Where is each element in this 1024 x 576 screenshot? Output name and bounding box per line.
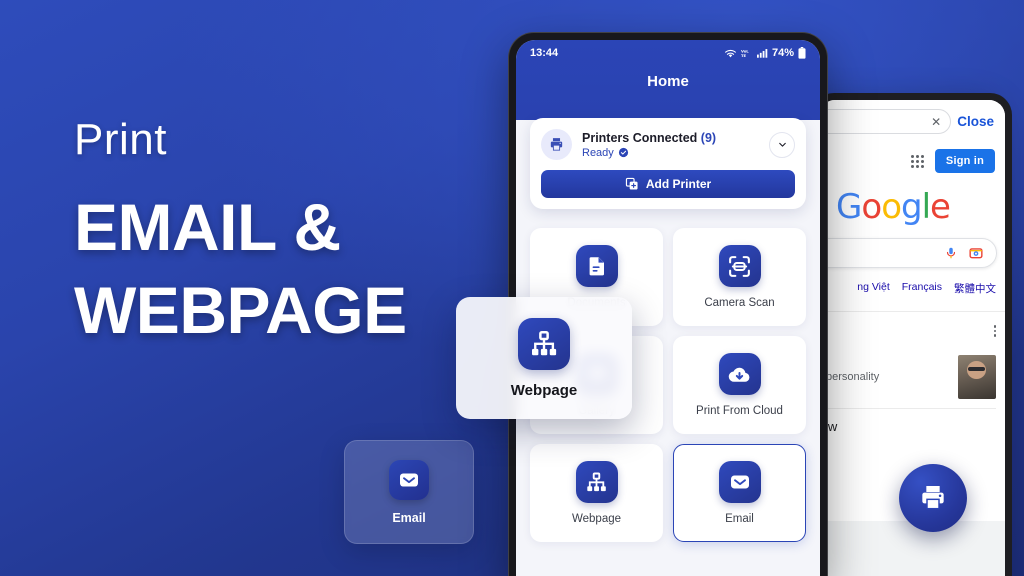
- google-logo: Google: [819, 190, 1005, 224]
- grid-apps-icon[interactable]: [910, 154, 924, 168]
- tile-camera-scan[interactable]: Camera Scan: [673, 228, 806, 326]
- add-printer-button-label: Add Printer: [645, 177, 712, 191]
- svg-text:TE: TE: [741, 54, 747, 58]
- add-printer-button[interactable]: Add Printer: [541, 170, 795, 198]
- app-header: 13:44 VoL TE 74% Home: [516, 40, 820, 120]
- svg-text:VoL: VoL: [741, 49, 749, 53]
- wifi-icon: [725, 49, 736, 57]
- floating-webpage-card-label: Webpage: [510, 381, 578, 399]
- page-title: Home: [647, 73, 689, 90]
- volte-icon: VoL TE: [741, 49, 749, 58]
- printer-ready-status: Ready: [582, 147, 759, 159]
- google-logo-o2: o: [881, 187, 902, 227]
- chevron-down-icon[interactable]: [769, 131, 795, 158]
- news-item-text: media personality: [819, 371, 880, 383]
- status-bar-time: 13:44: [530, 47, 559, 59]
- google-search-box[interactable]: [819, 238, 997, 268]
- language-links: ng Việt Français 繁體中文: [819, 268, 1005, 296]
- tile-print-from-cloud[interactable]: Print From Cloud: [673, 336, 806, 434]
- news-item[interactable]: media personality: [819, 338, 996, 409]
- envelope-icon: [718, 461, 761, 503]
- tile-webpage-label: Webpage: [571, 513, 622, 525]
- printer-icon: [541, 129, 572, 160]
- printers-connected-label: Printers Connected: [582, 130, 698, 145]
- browser-toolbar: com/ ✕ Close: [819, 100, 1005, 142]
- sitemap-icon: [575, 461, 618, 503]
- printer-status-row: Printers Connected (9) Ready: [541, 129, 795, 160]
- tile-email[interactable]: Email: [673, 444, 806, 542]
- google-logo-l: l: [921, 187, 932, 227]
- news-item-secondary[interactable]: nd draw: [819, 409, 996, 446]
- news-section: es media personality nd draw: [819, 311, 1005, 446]
- language-link-chinese[interactable]: 繁體中文: [954, 281, 996, 296]
- person-thumbnail: [958, 355, 996, 399]
- signal-icon: [756, 49, 768, 58]
- printer-icon: [922, 486, 944, 510]
- language-link-french[interactable]: Français: [902, 281, 942, 296]
- battery-percent: 74%: [771, 47, 794, 59]
- sitemap-icon: [518, 317, 570, 370]
- cloud-download-icon: [718, 353, 761, 395]
- google-logo-o1: o: [861, 187, 882, 227]
- news-section-header: es: [819, 321, 996, 338]
- check-badge-icon: [618, 147, 628, 158]
- hero-headline-line1: EMAIL &: [74, 190, 341, 264]
- document-icon: [575, 245, 618, 287]
- envelope-icon: [389, 459, 429, 500]
- tile-webpage[interactable]: Webpage: [530, 444, 663, 542]
- tile-camera-scan-label: Camera Scan: [704, 297, 775, 309]
- print-fab-button[interactable]: [899, 464, 967, 532]
- google-logo-g: G: [836, 187, 862, 227]
- google-logo-g2: g: [901, 187, 923, 227]
- scan-frame-icon: [718, 245, 761, 287]
- close-x-icon[interactable]: ✕: [931, 115, 941, 129]
- printer-status-text: Printers Connected (9) Ready: [582, 131, 759, 159]
- close-button[interactable]: Close: [957, 114, 997, 129]
- address-bar[interactable]: com/ ✕: [819, 109, 952, 134]
- add-box-icon: [625, 177, 638, 190]
- more-vert-icon[interactable]: [993, 321, 996, 337]
- language-link-vietnamese[interactable]: ng Việt: [857, 281, 890, 296]
- hero-copy: Print EMAIL & WEBPAGE: [74, 115, 494, 348]
- printers-connected-count: (9): [700, 130, 717, 145]
- floating-webpage-card[interactable]: Webpage: [456, 297, 632, 419]
- google-header-row: Sign in: [819, 142, 1005, 176]
- status-bar-indicators: VoL TE 74%: [724, 47, 806, 59]
- printer-status-card: Printers Connected (9) Ready Add Printer: [530, 118, 806, 209]
- google-lens-icon[interactable]: [969, 246, 983, 260]
- printer-status-title: Printers Connected (9): [582, 131, 759, 145]
- printer-ready-label: Ready: [582, 146, 614, 159]
- sign-in-button[interactable]: Sign in: [934, 149, 995, 173]
- hero-headline: EMAIL & WEBPAGE: [74, 194, 494, 348]
- floating-email-card-label: Email: [392, 510, 426, 525]
- page-bottom-filler: [819, 521, 1005, 576]
- status-bar: 13:44 VoL TE 74%: [530, 47, 806, 59]
- hero-kicker: Print: [74, 115, 167, 164]
- tile-print-from-cloud-label: Print From Cloud: [696, 405, 783, 417]
- floating-email-card[interactable]: Email: [344, 440, 474, 544]
- hero-headline-line2: WEBPAGE: [74, 273, 407, 348]
- google-logo-e: e: [930, 187, 951, 227]
- tile-email-label: Email: [725, 513, 754, 525]
- microphone-icon[interactable]: [944, 246, 958, 260]
- battery-icon: [798, 47, 806, 59]
